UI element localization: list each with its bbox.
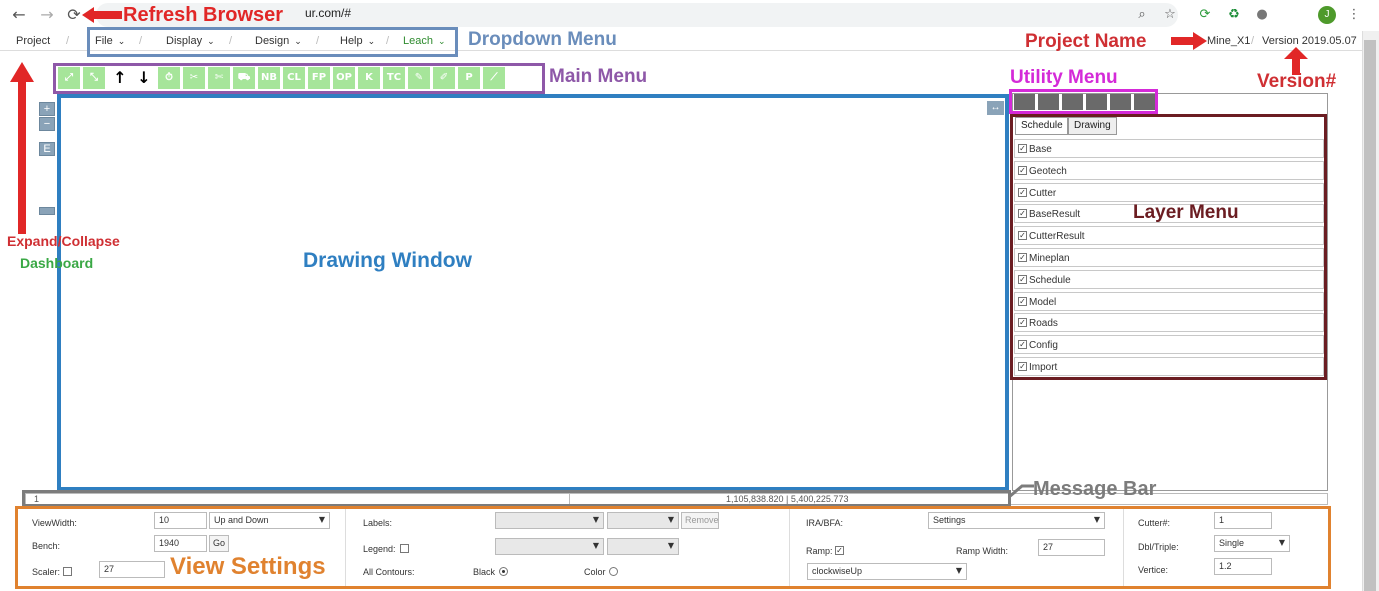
project-name-annotation: Project Name <box>1025 31 1147 52</box>
star-icon[interactable]: ☆ <box>1162 7 1178 23</box>
layer-menu-frame <box>1010 114 1327 380</box>
refresh-annotation: Refresh Browser <box>123 4 284 26</box>
main-menu-frame <box>53 63 545 94</box>
utility-menu-frame <box>1009 89 1158 114</box>
project-name: Mine_X1 <box>1207 35 1251 47</box>
view-settings-annotation: View Settings <box>170 553 326 580</box>
extension-circle-icon[interactable]: ● <box>1254 7 1270 23</box>
message-bar-annotation: Message Bar <box>1033 478 1157 500</box>
drawing-window-frame <box>57 94 1009 491</box>
drawing-window-annotation: Drawing Window <box>303 249 472 272</box>
expand-annotation: Expand/Collapse <box>7 233 120 249</box>
extension-refresh-icon[interactable]: ♻ <box>1226 7 1242 23</box>
refresh-arrow-icon <box>82 7 122 23</box>
extension-sync-icon[interactable]: ⟳ <box>1197 7 1213 23</box>
dashboard-toggle-button[interactable] <box>39 207 55 215</box>
extent-button[interactable]: E <box>39 142 55 156</box>
profile-avatar[interactable]: J <box>1318 6 1336 24</box>
dashboard-annotation: Dashboard <box>20 255 94 271</box>
project-name-arrow-icon <box>1171 32 1207 50</box>
zoom-icon[interactable]: ⌕ <box>1134 7 1150 23</box>
layer-menu-annotation: Layer Menu <box>1133 202 1239 223</box>
zoom-out-button[interactable]: − <box>39 117 55 131</box>
project-menu[interactable]: Project <box>16 35 50 47</box>
forward-icon[interactable]: → <box>37 5 57 25</box>
kebab-menu-icon[interactable]: ⋮ <box>1346 7 1362 23</box>
main-menu-annotation: Main Menu <box>549 66 648 87</box>
utility-menu-annotation: Utility Menu <box>1010 67 1118 88</box>
version-arrow-icon <box>1284 47 1308 75</box>
version-label: Version 2019.05.07 <box>1262 35 1357 47</box>
url-text: ur.com/# <box>305 6 352 20</box>
zoom-in-button[interactable]: + <box>39 102 55 116</box>
message-bar-frame <box>22 490 1011 507</box>
dropdown-annotation: Dropdown Menu <box>468 29 617 50</box>
page-scrollbar-thumb[interactable] <box>1364 40 1376 591</box>
dropdown-menu-frame <box>87 27 458 57</box>
reload-icon[interactable]: ⟳ <box>64 5 84 25</box>
back-icon[interactable]: ← <box>9 5 29 25</box>
message-bar-pointer-icon <box>1008 484 1034 498</box>
expand-arrow-icon <box>10 62 34 234</box>
